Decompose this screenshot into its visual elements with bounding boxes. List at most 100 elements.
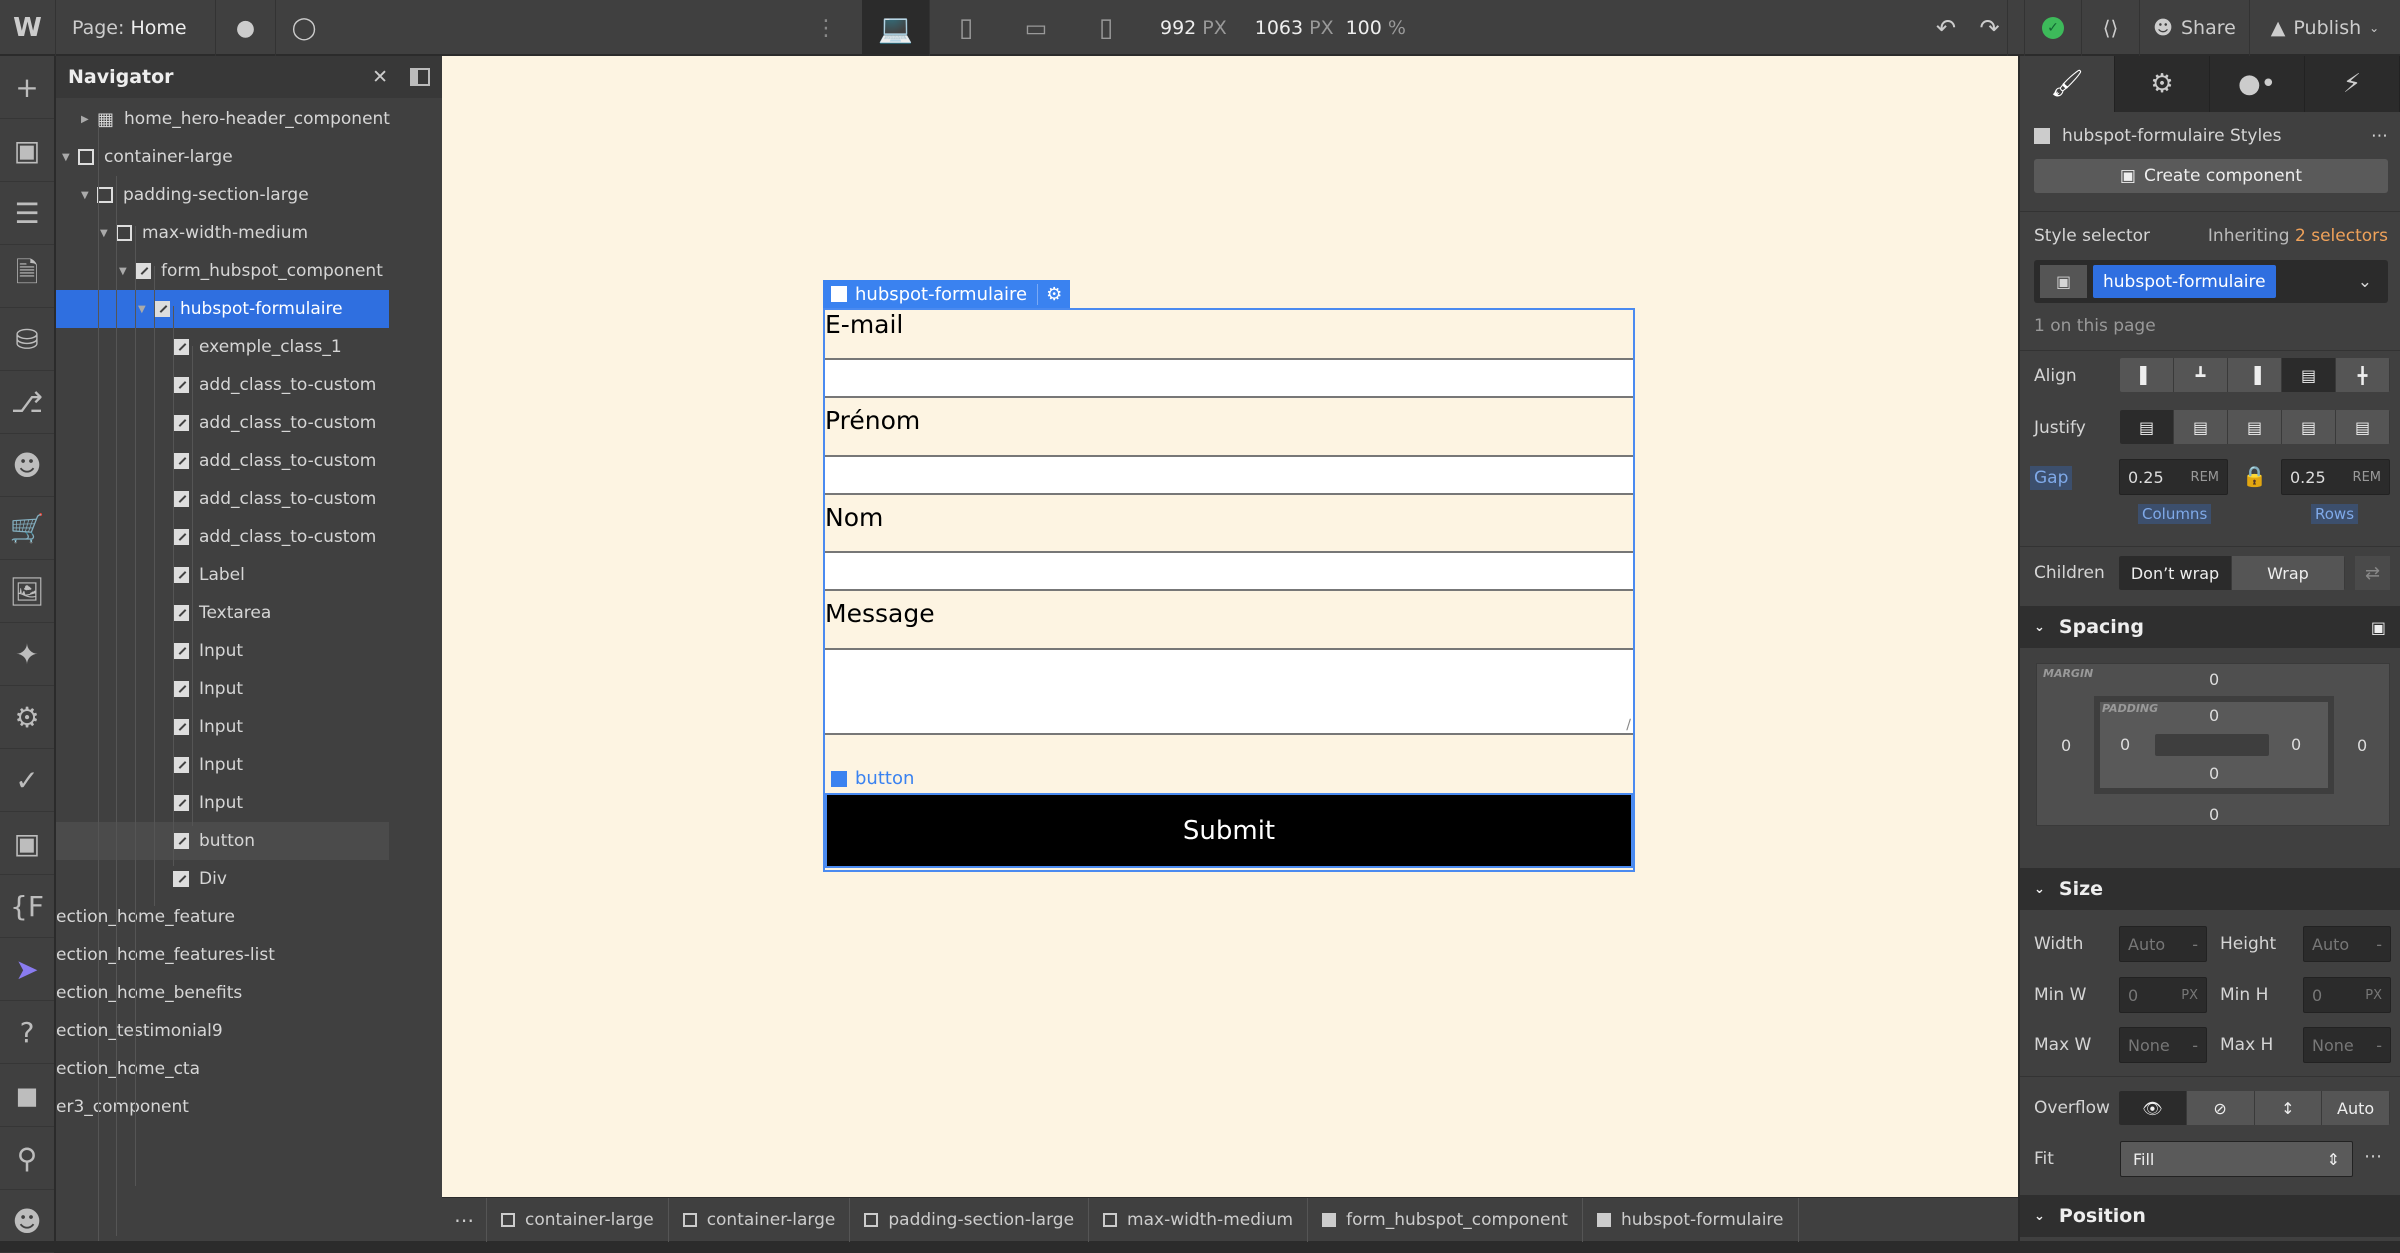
- justify-center-icon[interactable]: ▤: [2174, 410, 2228, 444]
- desktop-breakpoint-icon[interactable]: 💻: [862, 0, 930, 56]
- components-icon[interactable]: ▣: [0, 119, 54, 182]
- align-baseline-icon[interactable]: ╋: [2336, 358, 2390, 392]
- navigator-item[interactable]: add_class_to-custom: [56, 442, 442, 480]
- caret-down-icon[interactable]: ▼: [100, 228, 116, 239]
- navigator-item[interactable]: button: [56, 822, 389, 860]
- navigator-item[interactable]: Textarea: [56, 594, 442, 632]
- preview-icon[interactable]: ◯: [276, 0, 332, 56]
- prenom-input[interactable]: [825, 457, 1633, 495]
- dont-wrap-button[interactable]: Don’t wrap: [2119, 556, 2232, 590]
- create-component-button[interactable]: ▣ Create component: [2034, 159, 2388, 193]
- add-icon[interactable]: +: [0, 56, 54, 119]
- position-section-header[interactable]: ⌄ Position: [2020, 1195, 2400, 1237]
- element-settings-gear-icon[interactable]: ⚙: [1038, 284, 1070, 305]
- hubspot-form[interactable]: E-mail Prénom Nom Message ∕ button Submi…: [823, 308, 1635, 872]
- navigator-item[interactable]: Div: [56, 860, 442, 898]
- navigator-item[interactable]: Input: [56, 746, 442, 784]
- caret-down-icon[interactable]: ▼: [62, 152, 78, 163]
- min-width-input[interactable]: 0 PX: [2119, 977, 2207, 1013]
- gap-label[interactable]: Gap: [2030, 466, 2073, 490]
- button-element-tag[interactable]: button: [831, 768, 914, 789]
- dock-panel-icon[interactable]: [410, 68, 430, 86]
- navigator-item[interactable]: add_class_to-custom: [56, 404, 442, 442]
- pages-icon[interactable]: 🗎: [0, 245, 54, 308]
- collapse-all-icon[interactable]: ✕: [372, 66, 388, 88]
- align-start-icon[interactable]: ▌: [2120, 358, 2174, 392]
- chevron-down-icon[interactable]: ⌄: [2358, 272, 2372, 292]
- email-input[interactable]: [825, 360, 1633, 398]
- page-selector[interactable]: Page: Home: [56, 0, 216, 56]
- navigator-item[interactable]: ▼ padding-section-large: [56, 176, 442, 214]
- caret-right-icon[interactable]: ▶: [81, 114, 97, 125]
- message-textarea[interactable]: ∕: [825, 650, 1633, 735]
- breadcrumb-item[interactable]: padding-section-large: [850, 1197, 1090, 1242]
- caret-down-icon[interactable]: ▼: [119, 266, 135, 277]
- webflow-logo[interactable]: W: [0, 0, 56, 56]
- selector-state-icon[interactable]: ▣: [2040, 265, 2087, 298]
- navigator-item[interactable]: ection_home_feature: [56, 898, 442, 936]
- gap-columns-input[interactable]: 0.25 REM: [2119, 459, 2228, 495]
- justify-around-icon[interactable]: ▤: [2336, 410, 2390, 444]
- settings-gear-icon[interactable]: ⚙: [2115, 56, 2210, 112]
- breadcrumb-item[interactable]: max-width-medium: [1089, 1197, 1309, 1242]
- breadcrumb-item[interactable]: container-large: [487, 1197, 669, 1242]
- mobile-portrait-icon[interactable]: ▯: [1080, 0, 1132, 56]
- align-center-icon[interactable]: ┻: [2174, 358, 2228, 392]
- navigator-item[interactable]: ▼ hubspot-formulaire: [56, 290, 389, 328]
- spacing-preview-icon[interactable]: ▣: [2371, 618, 2386, 637]
- padding-top-value[interactable]: 0: [2209, 706, 2219, 725]
- search-icon[interactable]: ⚲: [0, 1127, 54, 1190]
- navigator-item[interactable]: add_class_to-custom: [56, 518, 442, 556]
- logic-icon[interactable]: ⎇: [0, 371, 54, 434]
- inheriting-count-link[interactable]: 2 selectors: [2295, 226, 2388, 246]
- navigator-item[interactable]: exemple_class_1: [56, 328, 442, 366]
- padding-left-value[interactable]: 0: [2120, 735, 2130, 754]
- margin-right-value[interactable]: 0: [2357, 736, 2367, 755]
- navigator-item[interactable]: Input: [56, 708, 442, 746]
- margin-top-value[interactable]: 0: [2209, 670, 2219, 689]
- navigator-item[interactable]: ection_home_features-list: [56, 936, 442, 974]
- redo-icon[interactable]: ↷: [1972, 0, 2008, 56]
- caret-down-icon[interactable]: ▼: [81, 190, 97, 201]
- align-end-icon[interactable]: ▐: [2228, 358, 2282, 392]
- ecommerce-icon[interactable]: 🛒: [0, 497, 54, 560]
- component-box-icon[interactable]: ▣: [0, 812, 54, 875]
- selected-element-tag[interactable]: hubspot-formulaire ⚙: [823, 280, 1071, 308]
- publish-button[interactable]: ▲ Publish ⌄: [2250, 0, 2400, 56]
- more-options-icon[interactable]: ⋯: [2371, 126, 2388, 146]
- tablet-breakpoint-icon[interactable]: ▯: [940, 0, 992, 56]
- flow-icon[interactable]: ➤: [0, 938, 54, 1001]
- min-height-input[interactable]: 0 PX: [2303, 977, 2391, 1013]
- padding-right-value[interactable]: 0: [2291, 735, 2301, 754]
- comments-icon[interactable]: ●: [216, 0, 276, 56]
- more-options-icon[interactable]: ⋯: [2364, 1146, 2382, 1167]
- navigator-item[interactable]: add_class_to-custom: [56, 480, 442, 518]
- size-section-header[interactable]: ⌄ Size: [2020, 868, 2400, 910]
- navigator-item[interactable]: Input: [56, 784, 442, 822]
- code-icon[interactable]: ⟨⟩: [2082, 0, 2140, 56]
- audit-icon[interactable]: ✓: [0, 749, 54, 812]
- selector-class-chip[interactable]: hubspot-formulaire: [2093, 265, 2276, 298]
- align-stretch-icon[interactable]: ▤: [2282, 358, 2336, 392]
- layers-icon[interactable]: ☰: [0, 182, 54, 245]
- share-button[interactable]: ☻ Share: [2140, 0, 2250, 56]
- caret-down-icon[interactable]: ▼: [138, 304, 154, 315]
- navigator-item[interactable]: add_class_to-custom: [56, 366, 442, 404]
- navigator-item[interactable]: Label: [56, 556, 442, 594]
- users-icon[interactable]: ☻: [0, 434, 54, 497]
- overflow-hidden-eye-slash-icon[interactable]: ⊘: [2187, 1091, 2255, 1125]
- mobile-landscape-icon[interactable]: ▭: [1010, 0, 1062, 56]
- navigator-item[interactable]: ▶ ▦ home_hero-header_component: [56, 100, 442, 138]
- overflow-scroll-icon[interactable]: ↕: [2255, 1091, 2323, 1125]
- navigator-item[interactable]: ection_home_benefits: [56, 974, 442, 1012]
- variables-icon[interactable]: {F: [0, 875, 54, 938]
- record-icon[interactable]: ◼: [0, 1064, 54, 1127]
- max-height-input[interactable]: None -: [2303, 1027, 2391, 1063]
- style-brush-icon[interactable]: 🖌: [2020, 56, 2115, 112]
- breadcrumb-item[interactable]: hubspot-formulaire: [1583, 1197, 1799, 1242]
- style-selector-input[interactable]: ▣ hubspot-formulaire ⌄: [2034, 260, 2388, 303]
- assets-icon[interactable]: 🖼: [0, 560, 54, 623]
- justify-between-icon[interactable]: ▤: [2282, 410, 2336, 444]
- margin-left-value[interactable]: 0: [2061, 736, 2071, 755]
- wrap-button[interactable]: Wrap: [2232, 556, 2345, 590]
